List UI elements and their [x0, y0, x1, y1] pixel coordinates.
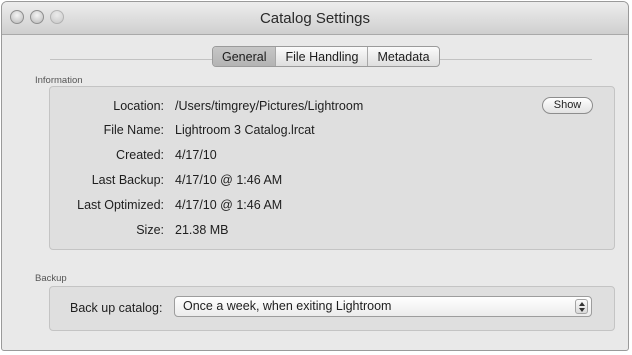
location-value: /Users/timgrey/Pictures/Lightroom — [175, 99, 364, 113]
backup-section-label: Backup — [35, 273, 67, 284]
tab-file-handling[interactable]: File Handling — [276, 47, 369, 66]
backup-group: Back up catalog: Once a week, when exiti… — [49, 286, 615, 331]
file-name-value: Lightroom 3 Catalog.lrcat — [175, 123, 315, 137]
size-value: 21.38 MB — [175, 223, 229, 237]
tab-general[interactable]: General — [213, 47, 277, 66]
file-name-label: File Name: — [103, 123, 164, 137]
info-row-size: Size: 21.38 MB — [50, 223, 616, 239]
select-arrows-icon — [575, 299, 588, 314]
info-row-created: Created: 4/17/10 — [50, 148, 616, 164]
info-row-last-backup: Last Backup: 4/17/10 @ 1:46 AM — [50, 173, 616, 189]
created-label: Created: — [116, 148, 164, 162]
location-label: Location: — [113, 99, 164, 113]
backup-frequency-select[interactable]: Once a week, when exiting Lightroom — [174, 296, 592, 317]
info-row-location: Location: /Users/timgrey/Pictures/Lightr… — [50, 99, 616, 115]
window-title: Catalog Settings — [259, 10, 371, 27]
info-row-file-name: File Name: Lightroom 3 Catalog.lrcat — [50, 123, 616, 139]
backup-catalog-label: Back up catalog: — [70, 301, 163, 315]
last-optimized-value: 4/17/10 @ 1:46 AM — [175, 198, 283, 212]
last-optimized-label: Last Optimized: — [77, 198, 164, 212]
backup-frequency-value: Once a week, when exiting Lightroom — [183, 299, 392, 313]
created-value: 4/17/10 — [175, 148, 217, 162]
title-bar: Catalog Settings — [2, 2, 628, 35]
info-row-last-optimized: Last Optimized: 4/17/10 @ 1:46 AM — [50, 198, 616, 214]
size-label: Size: — [136, 223, 164, 237]
tab-metadata[interactable]: Metadata — [368, 47, 438, 66]
last-backup-label: Last Backup: — [91, 173, 164, 187]
show-button[interactable]: Show — [542, 97, 593, 114]
information-group: Location: /Users/timgrey/Pictures/Lightr… — [49, 86, 615, 250]
information-section-label: Information — [35, 75, 83, 86]
catalog-settings-window: Catalog Settings General File Handling M… — [1, 1, 629, 351]
last-backup-value: 4/17/10 @ 1:46 AM — [175, 173, 283, 187]
tab-bar: General File Handling Metadata — [212, 46, 440, 67]
